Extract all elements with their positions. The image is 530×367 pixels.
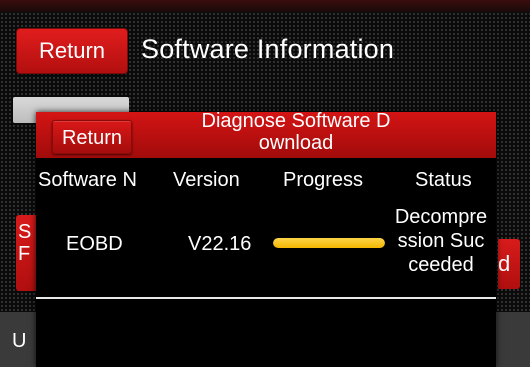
return-button[interactable]: Return <box>16 28 128 74</box>
download-dialog: Return Diagnose Software D ownload Softw… <box>36 110 496 367</box>
background-left-button-label: S F <box>18 221 32 265</box>
dialog-title-line-1: Diagnose Software D <box>201 110 391 132</box>
page-title: Software Information <box>141 34 395 64</box>
top-status-strip <box>0 0 530 12</box>
column-header-software: Software N <box>38 169 137 191</box>
row-divider <box>36 297 496 299</box>
progress-bar <box>273 238 385 248</box>
version-cell: V22.16 <box>188 233 252 255</box>
column-header-status: Status <box>415 169 472 191</box>
status-line-2: ssion Suc <box>397 230 485 252</box>
bottom-bar-label: U <box>12 330 27 352</box>
progress-fill <box>273 238 385 248</box>
column-header-progress: Progress <box>283 169 364 191</box>
status-line-3: ceeded <box>408 254 474 276</box>
column-header-version: Version <box>173 169 240 191</box>
software-name-cell: EOBD <box>66 233 123 255</box>
background-left-button[interactable]: S F <box>16 215 36 291</box>
dialog-title-line-2: ownload <box>258 132 334 154</box>
background-right-button[interactable]: d <box>498 239 520 289</box>
status-line-1: Decompre <box>394 206 488 228</box>
dialog-title: Diagnose Software D ownload <box>136 110 456 154</box>
status-cell: Decompre ssion Suc ceeded <box>388 205 494 277</box>
dialog-return-button[interactable]: Return <box>52 120 132 154</box>
dialog-header: Return Diagnose Software D ownload <box>36 110 496 158</box>
